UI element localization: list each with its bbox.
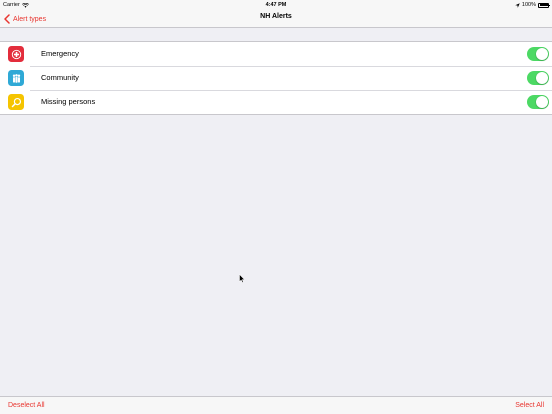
- toggle-knob: [536, 96, 548, 108]
- battery-percent: 100%: [521, 2, 536, 8]
- location-arrow-icon: [515, 2, 520, 8]
- toggle-switch-community[interactable]: [527, 71, 549, 85]
- toggle-knob: [536, 48, 548, 60]
- select-all-button[interactable]: Select All: [515, 397, 544, 414]
- status-time: 4:47 PM: [265, 2, 287, 8]
- row-label: Missing persons: [41, 97, 96, 106]
- deselect-all-button[interactable]: Deselect All: [8, 397, 45, 414]
- magnifier-icon: [8, 94, 24, 110]
- navigation-bar: Alert types NH Alerts: [0, 10, 552, 28]
- community-people-icon: [8, 70, 24, 86]
- toggle-switch-missing-persons[interactable]: [527, 95, 549, 109]
- emergency-cross-icon: [8, 46, 24, 62]
- battery-icon: [538, 2, 550, 8]
- status-right: 100%: [515, 0, 550, 10]
- list-item-emergency[interactable]: Emergency: [0, 42, 552, 66]
- mouse-cursor-icon: [239, 274, 245, 283]
- status-bar: Carrier 4:47 PM 100%: [0, 0, 552, 10]
- bottom-toolbar: Deselect All Select All: [0, 396, 552, 414]
- page-title: NH Alerts: [260, 13, 292, 20]
- row-label: Emergency: [41, 49, 79, 58]
- list-item-missing-persons[interactable]: Missing persons: [0, 90, 552, 114]
- toggle-knob: [536, 72, 548, 84]
- row-label: Community: [41, 73, 79, 82]
- alert-types-list: Emergency Community Missing persons: [0, 41, 552, 115]
- toggle-switch-emergency[interactable]: [527, 47, 549, 61]
- list-item-community[interactable]: Community: [0, 66, 552, 90]
